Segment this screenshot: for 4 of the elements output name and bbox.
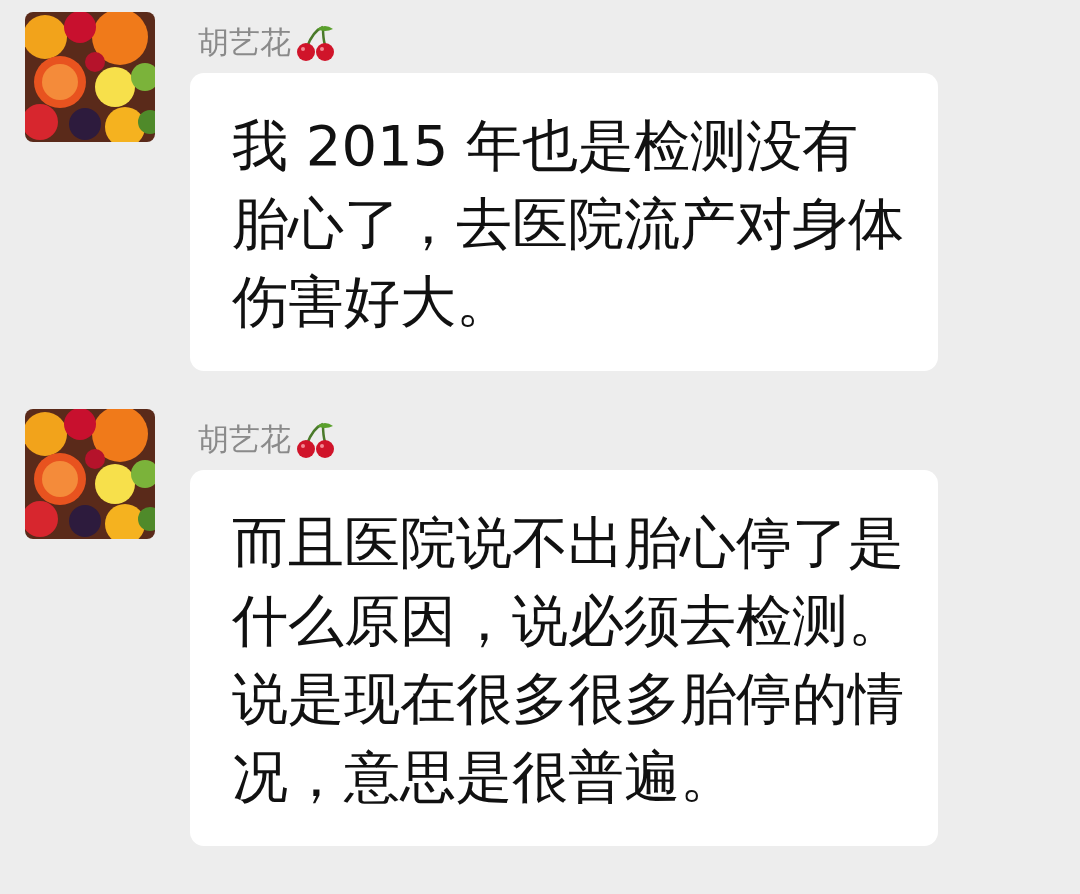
sender-name: 胡艺花 xyxy=(198,23,291,63)
message-bubble: 而且医院说不出胎心停了是什么原因，说必须去检测。说是现在很多很多胎停的情况，意思是很普遍。 xyxy=(190,470,938,846)
message-bubble: 我 2015 年也是检测没有胎心了，去医院流产对身体伤害好大。 xyxy=(190,73,938,371)
sender-name: 胡艺花 xyxy=(198,420,291,460)
